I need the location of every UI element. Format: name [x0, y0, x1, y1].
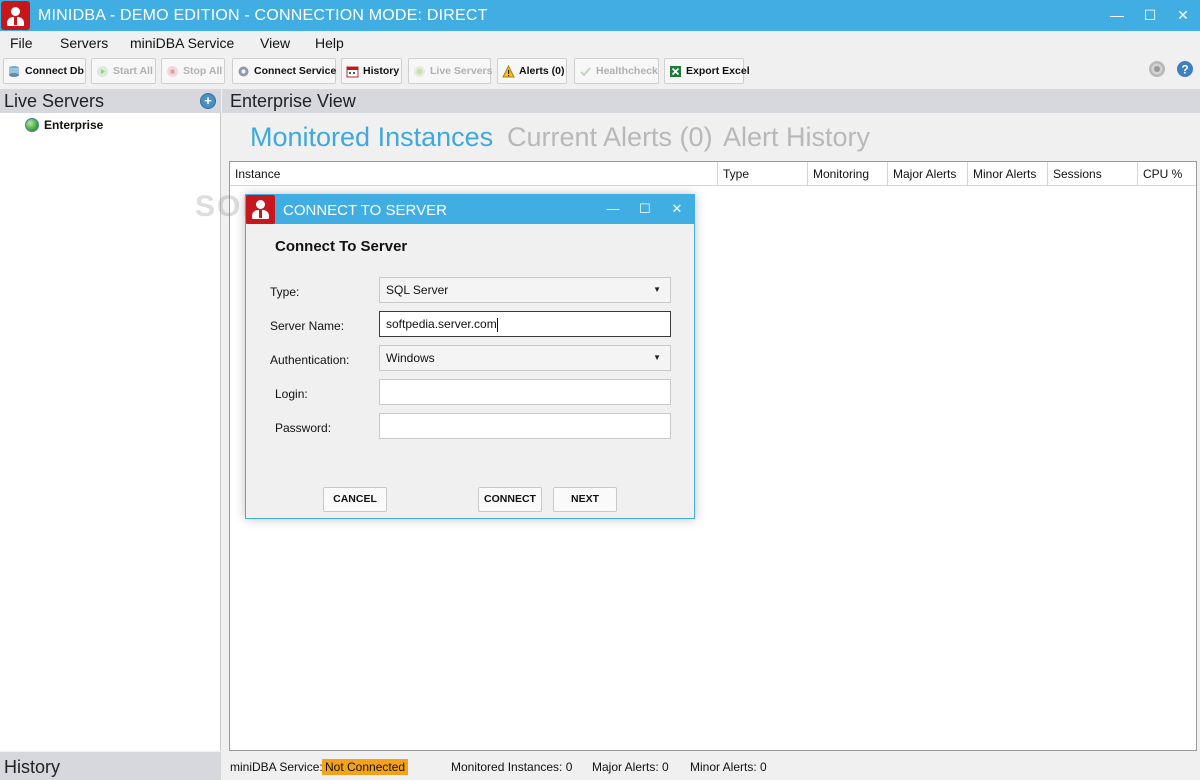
column-header-sessions[interactable]: Sessions [1048, 162, 1138, 186]
menu-file[interactable]: File [10, 35, 33, 51]
stop-all-label: Stop All [183, 65, 223, 77]
history-label: History [363, 65, 400, 77]
add-server-icon[interactable]: + [200, 93, 216, 109]
type-select-value: SQL Server [386, 283, 449, 297]
service-status-label: miniDBA Service: [230, 760, 323, 774]
menu-minidba-service[interactable]: miniDBA Service [130, 35, 234, 51]
chevron-down-icon: ▼ [653, 353, 661, 362]
status-bar: miniDBA Service: Not Connected Monitored… [222, 752, 1200, 780]
connect-service-button[interactable]: Connect Service [232, 58, 336, 84]
history-button[interactable]: History [341, 58, 402, 84]
chevron-down-icon: ▼ [653, 285, 661, 294]
calendar-icon [346, 66, 359, 78]
grid-header: Instance Type Monitoring Major Alerts Mi… [230, 162, 1196, 186]
stop-all-button[interactable]: Stop All [161, 58, 225, 84]
text-cursor [496, 317, 498, 332]
alerts-button[interactable]: Alerts (0) [497, 58, 567, 84]
svg-text:?: ? [1181, 63, 1188, 77]
minimize-button[interactable]: — [1102, 4, 1132, 26]
column-header-minor-alerts[interactable]: Minor Alerts [968, 162, 1048, 186]
type-select[interactable]: SQL Server ▼ [379, 277, 671, 303]
toolbar: Connect Db Start All Stop All Connect Se… [0, 55, 1200, 88]
service-status-badge: Not Connected [322, 759, 409, 775]
live-servers-title: Live Servers [4, 91, 105, 111]
authentication-select[interactable]: Windows ▼ [379, 345, 671, 371]
authentication-select-value: Windows [386, 351, 435, 365]
column-header-monitoring[interactable]: Monitoring [808, 162, 888, 186]
live-servers-label: Live Servers [430, 65, 493, 77]
live-servers-panel: Live Servers + Enterprise [0, 89, 221, 751]
connect-to-server-dialog: CONNECT TO SERVER — ☐ ✕ Connect To Serve… [245, 194, 695, 519]
alerts-label: Alerts (0) [519, 65, 565, 77]
tab-monitored-instances[interactable]: Monitored Instances [250, 122, 493, 153]
globe-icon [25, 118, 39, 132]
login-label: Login: [275, 387, 308, 401]
menu-help[interactable]: Help [315, 35, 344, 51]
help-icon[interactable]: ? [1176, 60, 1194, 78]
play-icon [97, 66, 108, 77]
major-alerts-count: Major Alerts: 0 [592, 760, 669, 774]
password-label: Password: [275, 421, 332, 435]
connect-db-label: Connect Db [25, 65, 84, 77]
export-excel-label: Export Excel [686, 65, 750, 77]
tab-current-alerts[interactable]: Current Alerts (0) [507, 122, 713, 153]
password-input[interactable] [379, 413, 671, 439]
healthcheck-label: Healthcheck [596, 65, 658, 77]
title-bar: MINIDBA - DEMO EDITION - CONNECTION MODE… [0, 0, 1200, 31]
column-header-instance[interactable]: Instance [230, 162, 718, 186]
connect-button[interactable]: CONNECT [478, 487, 542, 512]
server-name-label: Server Name: [270, 319, 345, 333]
gear-icon [238, 66, 249, 77]
excel-icon [670, 66, 681, 77]
next-button[interactable]: NEXT [553, 487, 617, 512]
column-header-type[interactable]: Type [718, 162, 808, 186]
cancel-button[interactable]: CANCEL [323, 487, 387, 512]
menu-servers[interactable]: Servers [60, 35, 108, 51]
dialog-title-bar: CONNECT TO SERVER — ☐ ✕ [246, 195, 694, 224]
connect-db-button[interactable]: Connect Db [3, 58, 86, 84]
export-excel-button[interactable]: Export Excel [664, 58, 750, 84]
dialog-heading: Connect To Server [275, 238, 408, 255]
live-servers-header: Live Servers + [0, 89, 221, 113]
app-logo-icon [1, 1, 30, 30]
healthcheck-icon [580, 67, 591, 77]
server-name-value: softpedia.server.com [386, 317, 497, 331]
close-button[interactable]: ✕ [1168, 4, 1198, 26]
live-servers-button[interactable]: Live Servers [408, 58, 493, 84]
authentication-label: Authentication: [270, 353, 350, 367]
type-label: Type: [270, 285, 300, 299]
dialog-logo-icon [246, 195, 275, 224]
login-input[interactable] [379, 379, 671, 405]
dialog-close-button[interactable]: ✕ [664, 199, 690, 219]
menu-view[interactable]: View [260, 35, 290, 51]
dialog-minimize-button[interactable]: — [600, 199, 626, 219]
connect-service-label: Connect Service [254, 65, 337, 77]
history-title: History [4, 757, 61, 777]
tab-alert-history[interactable]: Alert History [723, 122, 870, 153]
stop-icon [167, 66, 178, 77]
column-header-cpu[interactable]: CPU % [1138, 162, 1196, 186]
servers-icon [414, 66, 425, 77]
database-connect-icon [9, 66, 19, 77]
maximize-button[interactable]: ☐ [1135, 4, 1165, 26]
enterprise-view-header: Enterprise View [222, 89, 1200, 113]
dialog-maximize-button[interactable]: ☐ [632, 199, 658, 219]
server-name-input[interactable]: softpedia.server.com [379, 311, 671, 337]
tree-item-enterprise[interactable]: Enterprise [44, 118, 103, 132]
menu-bar: File Servers miniDBA Service View Help [0, 31, 1200, 55]
monitored-instances-count: Monitored Instances: 0 [451, 760, 573, 774]
warning-icon [502, 65, 515, 78]
history-panel-header[interactable]: History [0, 752, 221, 780]
healthcheck-button[interactable]: Healthcheck [574, 58, 659, 84]
dialog-title: CONNECT TO SERVER [283, 202, 447, 219]
column-header-major-alerts[interactable]: Major Alerts [888, 162, 968, 186]
start-all-button[interactable]: Start All [91, 58, 156, 84]
window-title: MINIDBA - DEMO EDITION - CONNECTION MODE… [38, 7, 488, 24]
start-all-label: Start All [113, 65, 153, 77]
settings-gear-icon[interactable] [1148, 60, 1166, 78]
enterprise-view-title: Enterprise View [230, 91, 356, 111]
minor-alerts-count: Minor Alerts: 0 [690, 760, 767, 774]
